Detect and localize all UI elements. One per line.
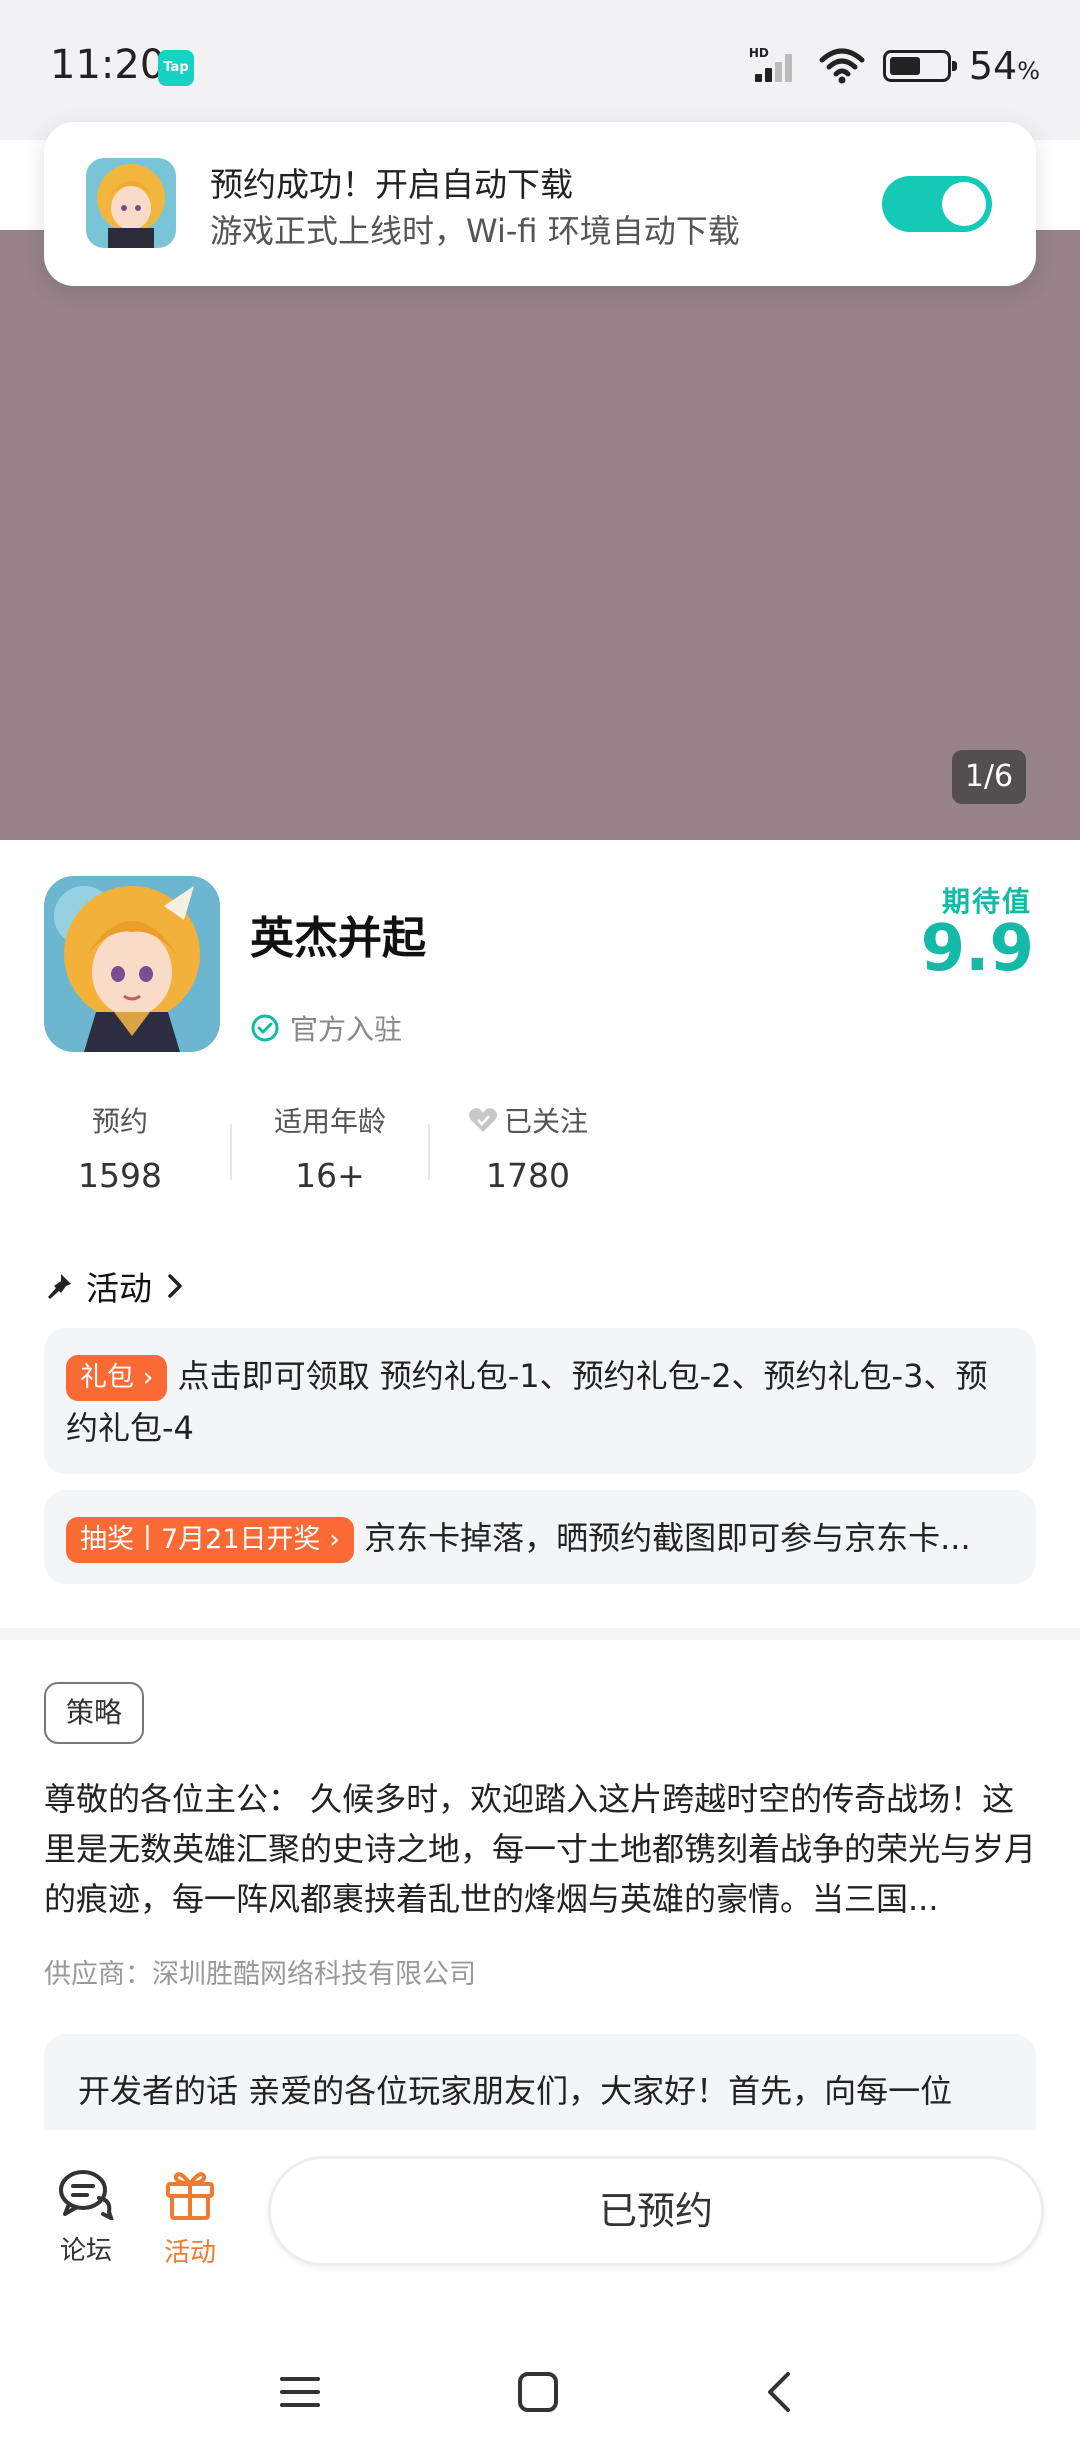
reservation-toast: 预约成功！开启自动下载 游戏正式上线时，Wi-fi 环境自动下载 xyxy=(44,122,1036,286)
stat-age-rating: 适用年龄 16+ xyxy=(273,1105,386,1195)
strategy-tag[interactable]: 策略 xyxy=(44,1682,145,1744)
game-thumbnail-icon xyxy=(86,158,176,248)
game-icon xyxy=(44,876,220,1052)
lottery-tag: 抽奖丨7月21日开奖 › xyxy=(66,1517,354,1563)
section-divider xyxy=(0,1628,1080,1640)
game-stats: 预约 1598 适用年龄 16+ 已关注 1780 xyxy=(44,1100,626,1195)
cell-signal-icon: HD xyxy=(749,46,801,86)
banner-page-counter: 1/6 xyxy=(952,750,1026,804)
expectation-score: 9.9 xyxy=(920,912,1034,986)
official-label: 官方入驻 xyxy=(290,1013,403,1046)
battery-percent: 54% xyxy=(968,44,1040,88)
status-bar: 11:20 Tap HD 54% xyxy=(0,0,1080,140)
developer-note-card[interactable]: 开发者的话 亲爱的各位玩家朋友们，大家好！首先，向每一位 xyxy=(44,2034,1036,2130)
wifi-icon xyxy=(819,48,865,84)
gift-description: 点击即可领取 预约礼包-1、预约礼包-2、预约礼包-3、预约礼包-4 xyxy=(66,1357,988,1447)
status-time: 11:20 xyxy=(50,42,166,88)
system-navigation-bar xyxy=(0,2350,1080,2440)
tap-app-icon: Tap xyxy=(158,50,194,86)
chevron-right-icon xyxy=(168,1274,182,1298)
battery-icon xyxy=(882,50,957,82)
forum-chat-icon xyxy=(59,2170,115,2222)
lottery-card[interactable]: 抽奖丨7月21日开奖 › 京东卡掉落，晒预约截图即可参与京东卡... xyxy=(44,1490,1036,1584)
gift-package-card[interactable]: 礼包 › 点击即可领取 预约礼包-1、预约礼包-2、预约礼包-3、预约礼包-4 xyxy=(44,1328,1036,1474)
activity-label: 活动 xyxy=(163,2238,216,2268)
reserved-button[interactable]: 已预约 xyxy=(268,2156,1044,2266)
toggle-knob xyxy=(942,182,986,226)
toast-title: 预约成功！开启自动下载 xyxy=(210,165,573,204)
activity-title: 活动 xyxy=(86,1269,152,1308)
game-description[interactable]: 尊敬的各位主公： 久候多时，欢迎踏入这片跨越时空的传奇战场！这里是无数英雄汇聚的… xyxy=(44,1774,1038,1924)
home-icon[interactable] xyxy=(516,2370,560,2414)
back-icon[interactable] xyxy=(758,2370,802,2414)
heart-icon xyxy=(468,1108,498,1132)
status-icons: HD 54% xyxy=(749,44,1040,88)
lottery-description: 京东卡掉落，晒预约截图即可参与京东卡... xyxy=(364,1519,971,1557)
supplier-info: 供应商：深圳胜酷网络科技有限公司 xyxy=(44,1959,476,1990)
developer-note-text: 开发者的话 亲爱的各位玩家朋友们，大家好！首先，向每一位 xyxy=(78,2072,953,2110)
forum-tab[interactable]: 论坛 xyxy=(36,2168,136,2267)
toast-subtitle: 游戏正式上线时，Wi-fi 环境自动下载 xyxy=(210,212,740,250)
game-title: 英杰并起 xyxy=(250,913,426,964)
auto-download-toggle[interactable] xyxy=(882,176,992,232)
stat-reservations: 预约 1598 xyxy=(78,1105,162,1195)
menu-icon[interactable] xyxy=(278,2370,322,2414)
gift-tag: 礼包 › xyxy=(66,1355,168,1401)
pin-icon xyxy=(48,1274,71,1299)
verified-check-icon xyxy=(251,1014,279,1042)
stat-followers[interactable]: 已关注 1780 xyxy=(430,1100,626,1195)
forum-label: 论坛 xyxy=(59,2236,112,2266)
activity-tab[interactable]: 活动 xyxy=(140,2168,240,2269)
hero-banner[interactable]: 1/6 xyxy=(0,230,1080,840)
gift-icon xyxy=(166,2172,214,2220)
activity-section-header[interactable]: 活动 xyxy=(44,1262,186,1310)
official-badge: 官方入驻 xyxy=(250,1008,402,1048)
